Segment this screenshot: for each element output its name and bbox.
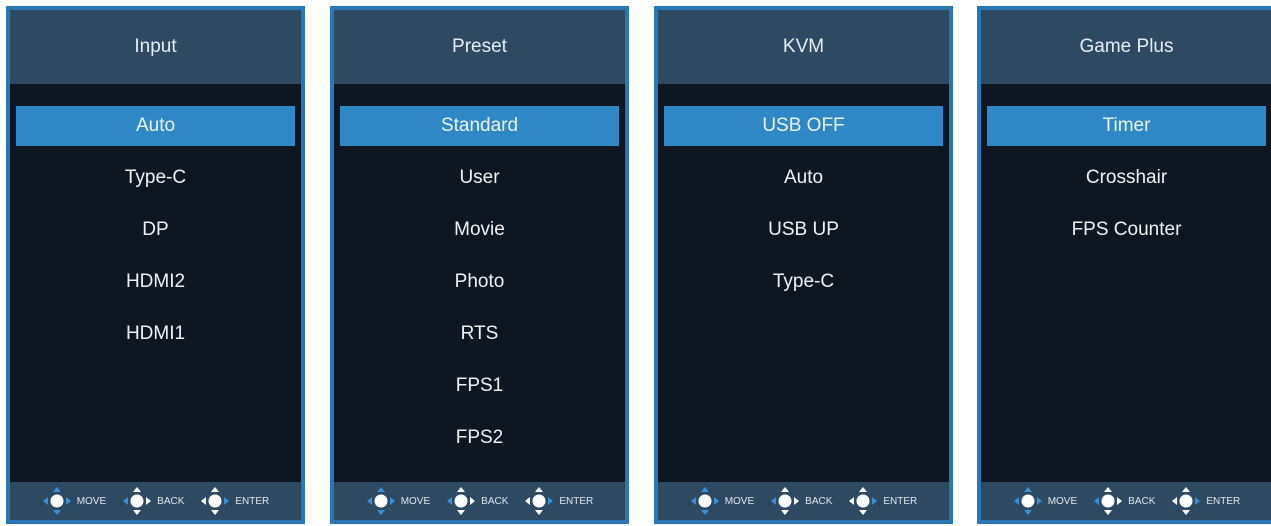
back-hint: BACK: [770, 486, 832, 516]
move-label: MOVE: [400, 495, 431, 507]
menu-item-photo[interactable]: Photo: [340, 262, 619, 302]
panel-footer: MOVE BACK ENTER: [334, 482, 625, 520]
back-hint: BACK: [446, 486, 508, 516]
back-label: BACK: [481, 495, 509, 507]
dpad-enter-icon: [849, 487, 878, 515]
osd-panel-preset: Preset Standard User Movie Photo RTS FPS…: [330, 6, 629, 524]
move-label: MOVE: [724, 495, 755, 507]
panel-title: Game Plus: [981, 10, 1271, 84]
panel-footer: MOVE BACK ENTER: [981, 482, 1271, 520]
dpad-enter-icon: [525, 487, 554, 515]
enter-hint: ENTER: [848, 486, 917, 516]
dpad-move-icon: [42, 487, 71, 515]
menu-item-timer[interactable]: Timer: [987, 106, 1266, 146]
menu-item-dp[interactable]: DP: [16, 210, 295, 250]
menu-item-hdmi2[interactable]: HDMI2: [16, 262, 295, 302]
osd-panel-game-plus: Game Plus Timer Crosshair FPS Counter MO…: [977, 6, 1271, 524]
back-label: BACK: [805, 495, 833, 507]
back-label: BACK: [1128, 495, 1156, 507]
menu-item-fps-counter[interactable]: FPS Counter: [987, 210, 1266, 250]
dpad-back-icon: [447, 487, 476, 515]
menu-item-auto[interactable]: Auto: [664, 158, 943, 198]
move-hint: MOVE: [1013, 486, 1077, 516]
menu-item-crosshair[interactable]: Crosshair: [987, 158, 1266, 198]
dpad-back-icon: [1094, 487, 1123, 515]
menu-item-usb-off[interactable]: USB OFF: [664, 106, 943, 146]
panel-title: KVM: [658, 10, 949, 84]
move-label: MOVE: [76, 495, 107, 507]
enter-hint: ENTER: [524, 486, 593, 516]
dpad-enter-icon: [201, 487, 230, 515]
menu-list: Timer Crosshair FPS Counter: [981, 84, 1271, 482]
enter-label: ENTER: [559, 495, 594, 507]
back-hint: BACK: [1093, 486, 1155, 516]
move-hint: MOVE: [690, 486, 754, 516]
enter-label: ENTER: [883, 495, 918, 507]
menu-item-auto[interactable]: Auto: [16, 106, 295, 146]
move-hint: MOVE: [366, 486, 430, 516]
dpad-enter-icon: [1172, 487, 1201, 515]
move-label: MOVE: [1047, 495, 1078, 507]
back-hint: BACK: [122, 486, 184, 516]
menu-item-hdmi1[interactable]: HDMI1: [16, 314, 295, 354]
dpad-move-icon: [690, 487, 719, 515]
menu-item-movie[interactable]: Movie: [340, 210, 619, 250]
dpad-move-icon: [1013, 487, 1042, 515]
menu-item-rts[interactable]: RTS: [340, 314, 619, 354]
panel-title: Preset: [334, 10, 625, 84]
dpad-back-icon: [771, 487, 800, 515]
panel-title: Input: [10, 10, 301, 84]
menu-item-fps2[interactable]: FPS2: [340, 418, 619, 458]
panel-footer: MOVE BACK ENTER: [10, 482, 301, 520]
dpad-move-icon: [366, 487, 395, 515]
menu-item-usb-up[interactable]: USB UP: [664, 210, 943, 250]
osd-panel-kvm: KVM USB OFF Auto USB UP Type-C MOVE BACK: [654, 6, 953, 524]
menu-item-user[interactable]: User: [340, 158, 619, 198]
osd-panel-input: Input Auto Type-C DP HDMI2 HDMI1 MOVE BA…: [6, 6, 305, 524]
move-hint: MOVE: [42, 486, 106, 516]
back-label: BACK: [157, 495, 185, 507]
panel-footer: MOVE BACK ENTER: [658, 482, 949, 520]
menu-list: USB OFF Auto USB UP Type-C: [658, 84, 949, 482]
enter-hint: ENTER: [200, 486, 269, 516]
dpad-back-icon: [123, 487, 152, 515]
enter-label: ENTER: [1206, 495, 1241, 507]
menu-item-type-c[interactable]: Type-C: [664, 262, 943, 302]
enter-hint: ENTER: [1171, 486, 1240, 516]
menu-item-standard[interactable]: Standard: [340, 106, 619, 146]
menu-list: Standard User Movie Photo RTS FPS1 FPS2: [334, 84, 625, 482]
enter-label: ENTER: [235, 495, 270, 507]
menu-item-fps1[interactable]: FPS1: [340, 366, 619, 406]
menu-item-type-c[interactable]: Type-C: [16, 158, 295, 198]
menu-list: Auto Type-C DP HDMI2 HDMI1: [10, 84, 301, 482]
